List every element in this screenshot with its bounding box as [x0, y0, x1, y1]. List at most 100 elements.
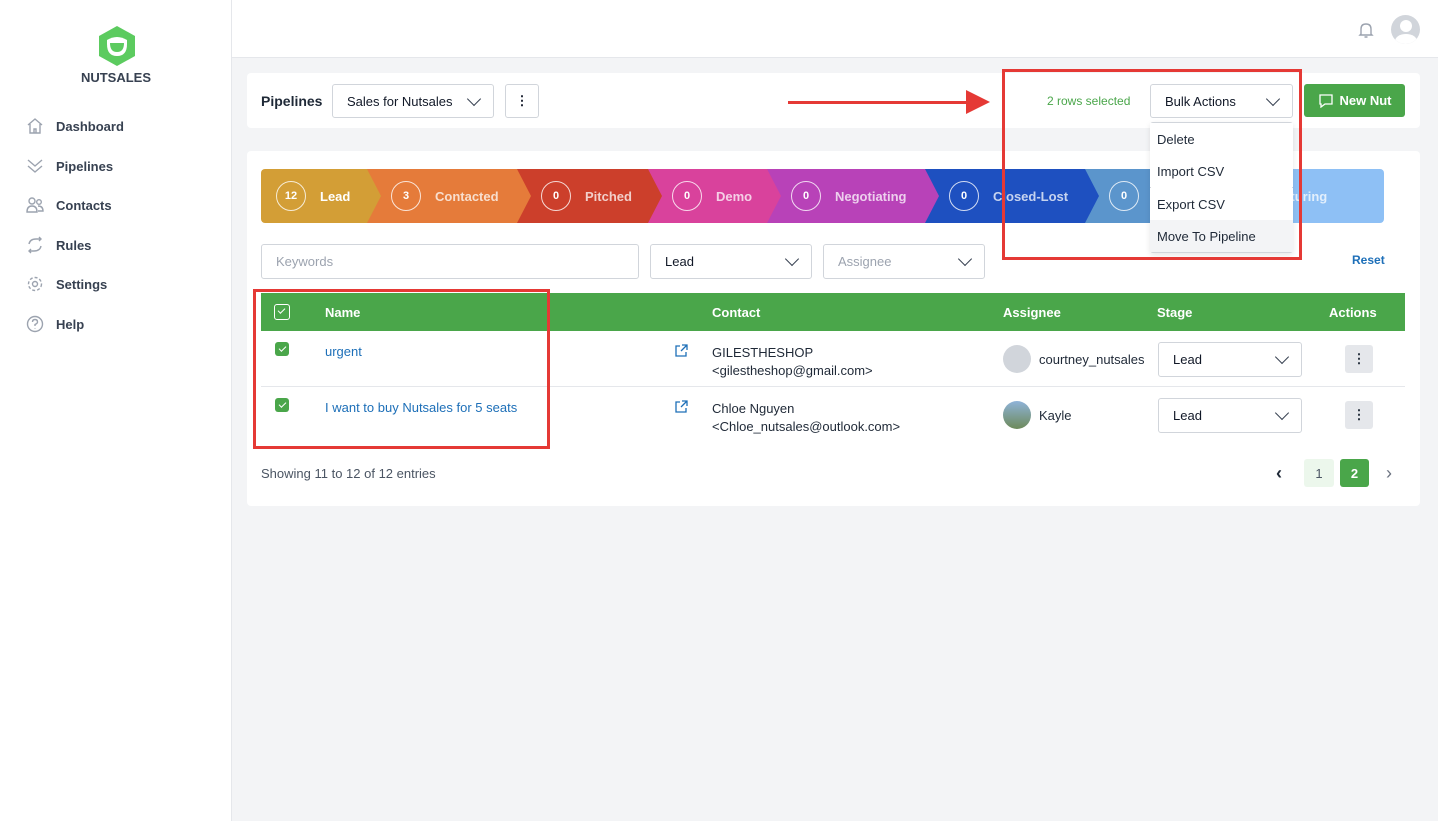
row-actions-button[interactable]: ⋮: [1345, 345, 1373, 373]
sidebar-item-rules[interactable]: Rules: [26, 236, 91, 254]
contact-name: Chloe Nguyen: [712, 401, 795, 416]
stage-label: Demo: [716, 188, 753, 204]
row-stage-value: Lead: [1173, 352, 1202, 367]
stage-count-badge: 12: [276, 181, 306, 211]
stage-filter-value: Lead: [665, 254, 694, 269]
chevron-down-icon: [957, 251, 973, 267]
user-avatar[interactable]: [1391, 15, 1420, 44]
chevron-down-icon: [1265, 91, 1281, 106]
contact-cell: Chloe Nguyen <Chloe_nutsales@outlook.com>: [712, 400, 900, 436]
chat-icon: [1318, 93, 1333, 108]
sidebar-item-label: Dashboard: [56, 118, 124, 134]
sidebar-item-settings[interactable]: Settings: [26, 275, 107, 293]
nutsales-logo: [99, 26, 135, 66]
pipeline-select[interactable]: Sales for Nutsales: [332, 84, 494, 118]
reset-link[interactable]: Reset: [1352, 253, 1385, 267]
refresh-icon: [28, 236, 42, 254]
help-circle-icon: [26, 315, 44, 333]
top-bar: [232, 0, 1438, 58]
stage-count-badge: 0: [949, 181, 979, 211]
table-row: urgent GILESTHESHOP <gilestheshop@gmail.c…: [261, 331, 1405, 387]
external-link-icon[interactable]: [675, 400, 688, 413]
assignee-avatar: [1003, 345, 1031, 373]
row-checkbox[interactable]: [275, 342, 289, 356]
assignee-filter-placeholder: Assignee: [838, 254, 892, 269]
stage-pitched[interactable]: 0 Pitched: [517, 169, 662, 223]
header-contact: Contact: [712, 305, 761, 320]
menu-item-import-csv[interactable]: Import CSV: [1150, 155, 1293, 187]
stage-count-badge: 0: [791, 181, 821, 211]
contact-email: <Chloe_nutsales@outlook.com>: [712, 419, 901, 434]
bulk-actions-select[interactable]: Bulk Actions: [1150, 84, 1293, 118]
row-actions-button[interactable]: ⋮: [1345, 401, 1373, 429]
select-all-checkbox[interactable]: [274, 304, 290, 320]
header-actions: Actions: [1329, 305, 1377, 320]
stage-count-badge: 0: [1109, 181, 1139, 211]
assignee-name: courtney_nutsales: [1039, 352, 1145, 367]
stage-label: Closed-Lost: [993, 188, 1069, 204]
stage-contacted[interactable]: 3 Contacted: [367, 169, 531, 223]
stage-label: Negotiating: [835, 188, 907, 204]
sidebar-item-label: Help: [56, 316, 85, 332]
stage-count-badge: 3: [391, 181, 421, 211]
users-icon: [26, 197, 44, 213]
stage-lead[interactable]: 12 Lead: [261, 169, 381, 223]
sidebar-item-label: Contacts: [56, 197, 112, 213]
stage-closed-lost[interactable]: 0 Closed-Lost: [925, 169, 1099, 223]
pipeline-more-button[interactable]: ⋮: [505, 84, 539, 118]
chevron-down-icon: [1274, 349, 1290, 365]
assignee-avatar: [1003, 401, 1031, 429]
sidebar-item-contacts[interactable]: Contacts: [26, 196, 112, 214]
page-2-button[interactable]: 2: [1340, 459, 1369, 487]
nut-name-link[interactable]: I want to buy Nutsales for 5 seats: [325, 400, 517, 415]
sidebar-item-pipelines[interactable]: Pipelines: [26, 157, 113, 175]
sidebar-item-label: Settings: [56, 276, 108, 292]
next-page-button[interactable]: ›: [1386, 463, 1392, 484]
entries-summary: Showing 11 to 12 of 12 entries: [261, 466, 436, 481]
external-link-icon[interactable]: [675, 344, 688, 357]
annotation-arrow-shaft: [788, 101, 968, 104]
page-1-button[interactable]: 1: [1304, 459, 1334, 487]
gear-icon: [27, 276, 43, 292]
annotation-arrow-head: [966, 90, 990, 114]
row-stage-select[interactable]: Lead: [1158, 398, 1302, 433]
table-header: Name Contact Assignee Stage Actions: [261, 293, 1405, 331]
bulk-actions-label: Bulk Actions: [1165, 93, 1236, 109]
home-icon: [27, 118, 43, 134]
stage-label: Lead: [320, 188, 351, 204]
bell-icon[interactable]: [1356, 20, 1376, 40]
keywords-input[interactable]: Keywords: [261, 244, 639, 279]
sidebar-item-help[interactable]: Help: [26, 315, 84, 333]
menu-item-delete[interactable]: Delete: [1150, 123, 1293, 155]
pipeline-select-value: Sales for Nutsales: [347, 93, 453, 109]
row-checkbox[interactable]: [275, 398, 289, 412]
header-name[interactable]: Name: [325, 305, 360, 320]
sidebar-item-dashboard[interactable]: Dashboard: [26, 117, 124, 135]
stage-filter-select[interactable]: Lead: [650, 244, 812, 279]
assignee-filter-select[interactable]: Assignee: [823, 244, 985, 279]
nut-name-link[interactable]: urgent: [325, 344, 362, 359]
chevron-down-icon: [784, 251, 800, 267]
row-stage-select[interactable]: Lead: [1158, 342, 1302, 377]
table-row: I want to buy Nutsales for 5 seats Chloe…: [261, 387, 1405, 443]
menu-item-move-to-pipeline[interactable]: Move To Pipeline: [1150, 220, 1293, 252]
row-stage-value: Lead: [1173, 408, 1202, 423]
page-title: Pipelines: [261, 93, 323, 109]
stage-count-badge: 0: [541, 181, 571, 211]
chevron-down-icon: [466, 91, 482, 106]
prev-page-button[interactable]: ‹: [1276, 463, 1282, 484]
sidebar-item-label: Rules: [56, 237, 92, 253]
header-assignee: Assignee: [1003, 305, 1061, 320]
new-nut-button[interactable]: New Nut: [1304, 84, 1405, 117]
sidebar-item-label: Pipelines: [56, 158, 114, 174]
header-stage: Stage: [1157, 305, 1193, 320]
chevron-down-icon: [1274, 405, 1290, 421]
stage-label: Contacted: [435, 188, 499, 204]
selected-count: 2 rows selected: [1047, 94, 1131, 108]
new-nut-label: New Nut: [1339, 93, 1392, 108]
menu-item-export-csv[interactable]: Export CSV: [1150, 188, 1293, 220]
stage-demo[interactable]: 0 Demo: [648, 169, 781, 223]
sidebar: NUTSALES Dashboard Pipelines Contacts Ru…: [0, 0, 232, 821]
stage-label: Pitched: [585, 188, 632, 204]
stage-negotiating[interactable]: 0 Negotiating: [767, 169, 939, 223]
